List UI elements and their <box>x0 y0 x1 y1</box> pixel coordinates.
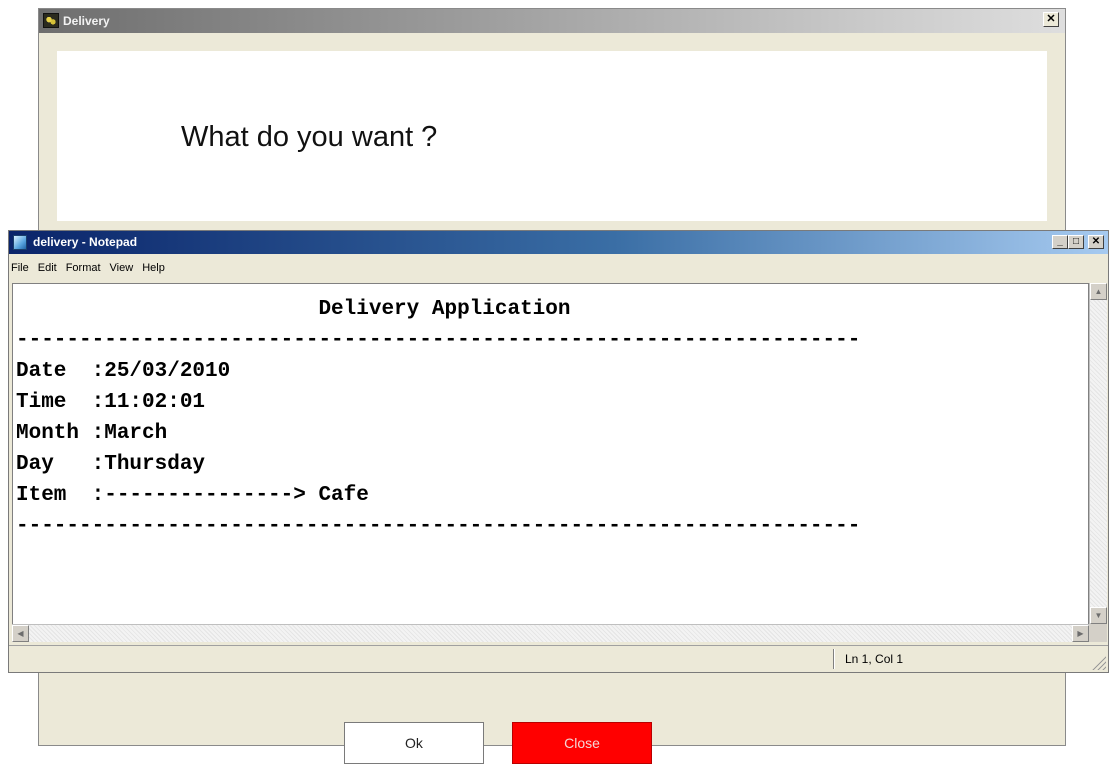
line-day: Day :Thursday <box>16 453 206 476</box>
vertical-scrollbar[interactable]: ▲ ▼ <box>1089 283 1107 624</box>
delivery-titlebar[interactable]: Delivery ✕ <box>39 9 1065 33</box>
line-item: Item :---------------> Cafe <box>16 484 369 507</box>
line-time: Time :11:02:01 <box>16 391 206 414</box>
maximize-icon[interactable]: □ <box>1068 235 1084 249</box>
text-editor[interactable]: Delivery Application -------------------… <box>12 283 1089 642</box>
delivery-title: Delivery <box>63 14 110 28</box>
line-month: Month :March <box>16 422 168 445</box>
line-separator: ----------------------------------------… <box>16 515 861 538</box>
menu-help[interactable]: Help <box>142 262 165 274</box>
line-heading: Delivery Application <box>16 298 571 321</box>
scroll-right-icon[interactable]: ▶ <box>1072 625 1089 642</box>
menu-format[interactable]: Format <box>66 262 101 274</box>
question-panel: What do you want ? <box>57 51 1047 221</box>
menu-file[interactable]: File <box>11 262 29 274</box>
line-date: Date :25/03/2010 <box>16 360 231 383</box>
horizontal-scrollbar[interactable]: ◀ ▶ <box>12 624 1089 642</box>
ok-button[interactable]: Ok <box>344 722 484 764</box>
menu-view[interactable]: View <box>110 262 134 274</box>
close-icon[interactable]: ✕ <box>1043 12 1059 27</box>
cursor-position: Ln 1, Col 1 <box>845 652 904 666</box>
status-bar: Ln 1, Col 1 <box>9 645 1108 672</box>
editor-content: Delivery Application -------------------… <box>16 294 860 542</box>
status-divider <box>833 649 835 669</box>
line-separator: ----------------------------------------… <box>16 329 861 352</box>
notepad-title: delivery - Notepad <box>33 235 138 249</box>
resize-grip-icon[interactable] <box>1092 656 1106 670</box>
notepad-titlebar[interactable]: delivery - Notepad _ □ ✕ <box>9 231 1108 254</box>
question-text: What do you want ? <box>181 121 438 153</box>
close-icon[interactable]: ✕ <box>1088 235 1104 249</box>
notepad-icon <box>13 235 27 250</box>
close-button[interactable]: Close <box>512 722 652 764</box>
scroll-up-icon[interactable]: ▲ <box>1090 283 1107 300</box>
scroll-left-icon[interactable]: ◀ <box>12 625 29 642</box>
menu-bar: File Edit Format View Help <box>9 255 1108 281</box>
delivery-app-icon <box>43 13 59 28</box>
notepad-window: delivery - Notepad _ □ ✕ File Edit Forma… <box>8 230 1109 673</box>
scroll-down-icon[interactable]: ▼ <box>1090 607 1107 624</box>
scroll-corner <box>1089 624 1107 642</box>
menu-edit[interactable]: Edit <box>38 262 57 274</box>
minimize-icon[interactable]: _ <box>1052 235 1068 249</box>
